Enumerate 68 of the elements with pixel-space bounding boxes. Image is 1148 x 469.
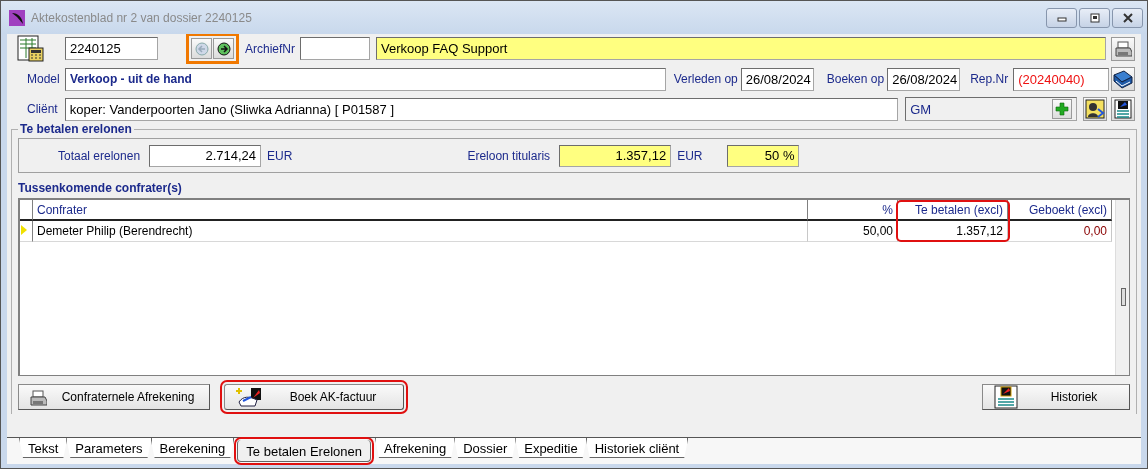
group-field[interactable]: GM [905,97,1078,121]
archief-field[interactable] [300,37,370,60]
tab[interactable]: Dossier [454,438,517,458]
client-field[interactable]: koper: Vanderpoorten Jano (Sliwka Adrianna) [ P01587 ] [64,97,899,121]
column-header[interactable]: Confrater [33,200,808,221]
plus-icon [1055,102,1070,116]
tab[interactable]: Historiek cliënt [585,438,689,458]
action-button[interactable]: Confraternele Afrekening [18,384,210,410]
total-field[interactable]: 2.714,24 [149,144,262,167]
subject-field[interactable]: Verkoop FAQ Support [376,37,1106,60]
printer-icon [29,388,47,406]
total-label: Totaal erelonen [58,148,141,163]
section-title: Tussenkomende confrater(s) [18,181,183,195]
printer-icon [1114,40,1132,57]
model-label: Model [27,72,61,86]
register-button[interactable] [1111,67,1135,91]
action-button[interactable]: Historiek [982,384,1130,410]
group-title: Te betalen erelonen [18,122,134,136]
table-cell: Demeter Philip (Berendrecht) [33,221,808,242]
close-icon [1121,12,1134,23]
right-arrow-icon [216,41,231,56]
table-cell: 0,00 [1008,221,1112,242]
table-cell: 1.357,12 [898,221,1008,242]
tab[interactable]: Expeditie [515,438,587,458]
document-picture-icon [993,385,1019,409]
date-field[interactable]: 26/08/2024 [740,67,814,91]
currency-label: EUR [677,148,703,163]
table-cell: 50,00 [808,221,898,242]
tab[interactable]: Te betalen Erelonen [237,440,371,462]
group-value: GM [910,101,933,117]
date-label: Verleden op [673,72,738,86]
share-field[interactable]: 50 % [727,144,800,167]
hand-document-icon [235,386,263,408]
next-button[interactable] [213,38,234,59]
person-card-icon [1085,99,1106,119]
titular-label: Ereloon titularis [467,148,551,163]
person-button[interactable] [1083,97,1108,121]
document-button[interactable] [1111,97,1135,121]
maximize-icon [1088,12,1101,23]
close-button[interactable] [1112,7,1143,28]
add-button[interactable] [1052,99,1073,119]
column-header[interactable]: Geboekt (excl) [1008,200,1112,221]
currency-label: EUR [267,148,293,163]
minimize-button[interactable] [1046,7,1077,28]
tab[interactable]: Afrekening [375,438,456,458]
scroll-bar[interactable] [1115,200,1129,375]
window-title: Aktekostenblad nr 2 van dossier 2240125 [31,10,253,25]
tab[interactable]: Berekening [150,438,235,458]
dossier-field[interactable]: 2240125 [65,37,158,60]
client-label: Cliënt [27,102,59,116]
print-button[interactable] [1111,36,1135,61]
column-header[interactable]: % [808,200,898,221]
titular-field[interactable]: 1.357,12 [559,144,672,167]
date-label: Boeken op [826,72,885,86]
spreadsheet-calculator-icon [17,35,44,62]
tab[interactable]: Tekst [19,438,68,458]
model-field[interactable]: Verkoop - uit de hand [64,67,666,91]
tab[interactable]: Parameters [66,438,152,458]
column-header[interactable]: Te betalen (excl) [898,200,1008,221]
book-icon [1112,69,1134,89]
archief-label: ArchiefNr [245,41,295,56]
left-arrow-icon [194,41,209,56]
rep-field[interactable]: (20240040) [1013,67,1109,91]
maximize-button[interactable] [1079,7,1110,28]
date-field[interactable]: 26/08/2024 [887,67,961,91]
rep-label: Rep.Nr [970,72,1009,86]
app-icon [9,9,25,26]
document-picture-icon [1113,99,1134,119]
